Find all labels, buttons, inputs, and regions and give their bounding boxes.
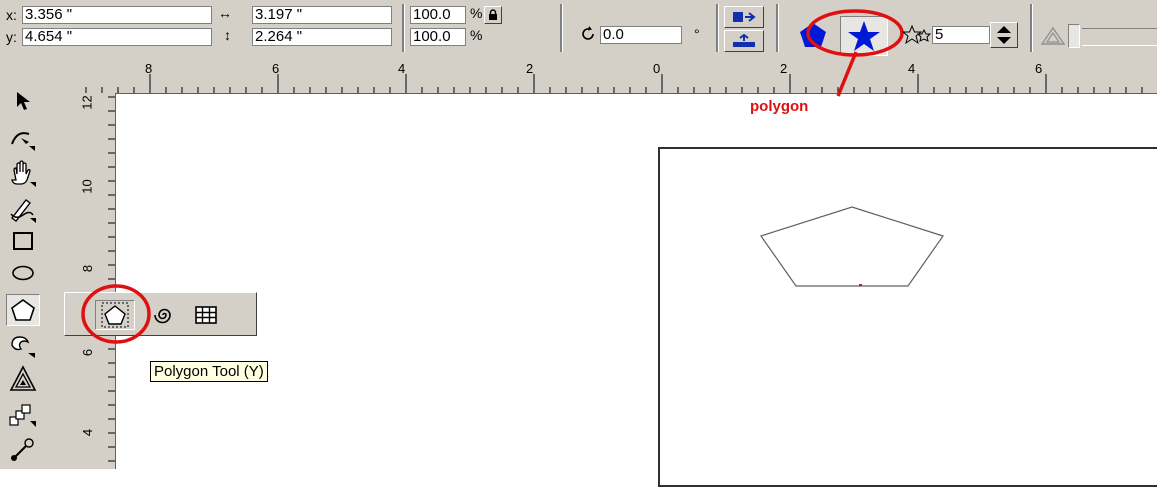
sharpness-icon (1040, 26, 1066, 45)
h-tick-label: 2 (780, 61, 788, 76)
spinner-arrows-icon (997, 26, 1011, 44)
blend-tool-icon (9, 404, 36, 427)
blend-tool-button[interactable] (8, 400, 38, 430)
rectangle-tool-button[interactable] (8, 226, 38, 256)
mirror-horizontal-icon (733, 12, 756, 22)
sharpness-slider-track[interactable] (1082, 28, 1157, 46)
star-points-icon (902, 24, 932, 45)
scale-y-field[interactable]: 100.0 (410, 28, 466, 46)
toolbar-separator (560, 4, 563, 52)
v-tick-label: 8 (80, 264, 96, 273)
toolbar-separator (1030, 4, 1033, 52)
width-field[interactable]: 3.197 " (252, 6, 392, 24)
height-arrow-icon: ↕ (224, 27, 231, 43)
connector-tool-button[interactable] (8, 434, 38, 464)
freehand-tool-button[interactable] (8, 194, 38, 224)
sharpness-slider-thumb[interactable] (1068, 24, 1080, 48)
v-tick-label: 12 (79, 95, 95, 110)
toolbar-separator (716, 4, 719, 52)
scale-x-percent: % (470, 5, 483, 21)
pick-tool-button[interactable] (8, 86, 38, 116)
h-tick-label: 6 (272, 61, 280, 76)
v-tick-label: 4 (80, 428, 96, 437)
text-tool-button[interactable] (8, 330, 38, 360)
ellipse-tool-icon (12, 265, 34, 281)
y-label: y: (6, 29, 17, 45)
flyout-highlight-circle (81, 284, 151, 344)
zoom-tool-button[interactable] (8, 158, 38, 188)
mirror-horizontal-button[interactable] (724, 6, 764, 28)
vertical-ruler-ticks (108, 96, 115, 462)
h-tick-label: 6 (1035, 61, 1043, 76)
h-tick-label: 4 (908, 61, 916, 76)
mirror-vertical-button[interactable] (724, 30, 764, 52)
scale-y-percent: % (470, 27, 483, 43)
h-tick-label: 8 (145, 61, 153, 76)
vertical-ruler[interactable]: 12 10 8 6 4 (79, 93, 116, 469)
toolbar-separator (402, 4, 405, 52)
rotation-field[interactable]: 0.0 (600, 26, 682, 44)
interactive-fill-button[interactable] (8, 364, 38, 394)
document-page[interactable] (658, 147, 1157, 487)
horizontal-ruler-ticks (85, 74, 1143, 93)
pick-tool-icon (17, 92, 30, 110)
text-tool-icon (11, 336, 35, 358)
v-tick-label: 10 (79, 179, 95, 194)
interactive-fill-icon (9, 365, 37, 391)
h-tick-label: 0 (653, 61, 661, 76)
h-tick-label: 2 (526, 61, 534, 76)
polygon-annotation-label: polygon (750, 98, 809, 115)
property-bar: x: 3.356 " y: 4.654 " ↔ 3.197 " ↕ 2.264 … (0, 0, 1157, 63)
x-label: x: (6, 7, 17, 23)
connector-tool-icon (11, 438, 34, 461)
star-points-spinner[interactable] (990, 22, 1018, 48)
x-position-field[interactable]: 3.356 " (22, 6, 212, 24)
shape-tool-button[interactable] (8, 124, 38, 154)
mirror-vertical-icon (733, 34, 755, 47)
shape-tool-icon (11, 132, 35, 151)
width-arrow-icon: ↔ (218, 5, 232, 21)
graph-paper-tool-button[interactable] (191, 302, 221, 328)
freehand-tool-icon (10, 199, 36, 223)
polygon-tool-button[interactable] (6, 294, 40, 326)
v-tick-label: 6 (80, 348, 96, 357)
pentagon-shape[interactable] (758, 204, 948, 290)
zoom-hand-icon (11, 160, 36, 187)
h-tick-label: 4 (398, 61, 406, 76)
ellipse-tool-button[interactable] (8, 258, 38, 288)
annotation-pointer-line (836, 51, 858, 97)
spiral-tool-button[interactable] (149, 302, 179, 328)
toolbar-separator (776, 4, 779, 52)
toolbox (0, 62, 82, 469)
spiral-icon (154, 308, 171, 324)
polygon-tool-icon (11, 299, 35, 321)
scale-x-field[interactable]: 100.0 (410, 6, 466, 24)
degree-symbol: ° (694, 26, 700, 42)
horizontal-ruler[interactable]: 8 6 4 2 0 2 4 6 (82, 61, 1157, 94)
y-position-field[interactable]: 4.654 " (22, 28, 212, 46)
lock-ratio-button[interactable] (484, 6, 502, 24)
rotate-icon (582, 26, 594, 40)
tooltip: Polygon Tool (Y) (150, 361, 268, 382)
lock-icon (489, 9, 497, 20)
height-field[interactable]: 2.264 " (252, 28, 392, 46)
star-points-field[interactable]: 5 (932, 26, 990, 44)
rectangle-tool-icon (13, 232, 33, 250)
graph-paper-icon (195, 306, 217, 324)
